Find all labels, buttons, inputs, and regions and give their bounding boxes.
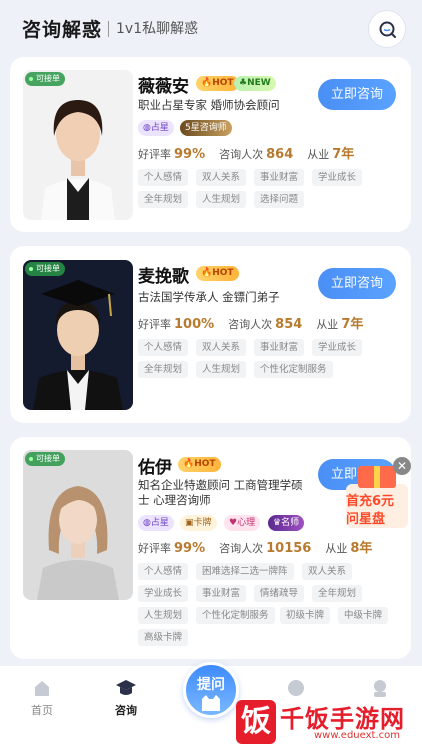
astrology-badge: ◍占星 xyxy=(138,515,174,531)
consultant-desc: 知名企业特邀顾问 工商管理学硕士 心理咨询师 xyxy=(138,478,303,507)
home-icon xyxy=(35,681,49,696)
years-value: 7年 xyxy=(341,317,364,332)
page-title: 咨询解惑 xyxy=(22,19,103,41)
consultant-photo: 可接单 xyxy=(23,450,133,600)
consultant-desc: 古法国学传承人 金镖门弟子 xyxy=(138,290,280,304)
consultant-name: 麦挽歌 xyxy=(138,267,189,287)
tab-consult[interactable]: 咨询 xyxy=(96,678,156,718)
hot-tag: 🔥HOT xyxy=(196,266,239,281)
consultant-photo: 可接单 xyxy=(23,260,133,410)
consultant-photo: 可接单 xyxy=(23,70,133,220)
tag-chip: 个性化定制服务 xyxy=(254,361,333,378)
crown-icon: ♛ xyxy=(273,518,282,528)
consultant-card-1[interactable]: 可接单 薇薇安 🔥HOT ♣NEW 立即咨询 职业占星专家 婚师协会顾问 ◍占星… xyxy=(10,57,411,232)
watermark-url: www.eduext.com xyxy=(314,730,400,741)
tarot-badge: ▣卡牌 xyxy=(180,515,217,531)
available-badge: 可接单 xyxy=(25,452,65,466)
consultant-name: 佑伊 xyxy=(138,458,172,478)
available-badge: 可接单 xyxy=(25,262,65,276)
consult-now-button[interactable]: 立即咨询 xyxy=(318,268,396,299)
cat-mascot-icon xyxy=(202,695,220,711)
tag-chip: 学业成长 xyxy=(312,339,363,356)
tag-chip: 人生规划 xyxy=(196,191,247,208)
site-watermark: 饭 千饭手游网 www.eduext.com xyxy=(236,694,422,750)
tag-chip: 人生规划 xyxy=(138,607,189,624)
tag-chip: 全年规划 xyxy=(312,585,363,602)
ask-question-button[interactable]: 提问 xyxy=(183,662,239,718)
stats-row: 好评率 100% 咨询人次 854 从业 7年 xyxy=(138,317,364,332)
graduation-cap-icon xyxy=(116,680,136,695)
stats-row: 好评率 99% 咨询人次 864 从业 7年 xyxy=(138,147,355,162)
years-value: 7年 xyxy=(332,147,355,162)
search-icon xyxy=(379,21,396,38)
tag-chip: 困难选择二选一牌阵 xyxy=(196,563,294,580)
five-star-badge: 5星咨询师 xyxy=(180,120,232,136)
watermark-text: 千饭手游网 xyxy=(280,705,405,733)
consultant-desc: 职业占星专家 婚师协会顾问 xyxy=(138,98,280,112)
heart-icon: ♥ xyxy=(229,518,238,528)
famous-master-badge: ♛名师 xyxy=(268,515,305,531)
tag-chip: 情绪疏导 xyxy=(254,585,305,602)
promo-line-2: 问星盘 xyxy=(346,512,386,527)
consultant-card-2[interactable]: 可接单 麦挽歌 🔥HOT 立即咨询 古法国学传承人 金镖门弟子 好评率 100% 咨… xyxy=(10,246,411,423)
tag-chip: 全年规划 xyxy=(138,361,189,378)
psychology-badge: ♥心理 xyxy=(224,515,261,531)
title-divider xyxy=(108,21,109,37)
tag-chip: 全年规划 xyxy=(138,191,189,208)
planet-icon: ◍ xyxy=(143,123,151,133)
tag-chip: 学业成长 xyxy=(312,169,363,186)
hot-tag: 🔥HOT xyxy=(196,76,239,91)
card-icon: ▣ xyxy=(185,518,194,528)
clover-icon: ♣ xyxy=(239,78,248,88)
available-badge: 可接单 xyxy=(25,72,65,86)
planet-icon: ◍ xyxy=(143,518,151,528)
tag-chip: 事业财富 xyxy=(254,169,305,186)
tag-chip: 事业财富 xyxy=(254,339,305,356)
consult-now-button[interactable]: 立即咨询 xyxy=(318,79,396,110)
consultant-name: 薇薇安 xyxy=(138,77,189,97)
page-subtitle: 1v1私聊解惑 xyxy=(116,21,199,37)
count-value: 10156 xyxy=(266,541,312,556)
count-value: 864 xyxy=(266,147,294,162)
astrology-badge: ◍占星 xyxy=(138,120,174,136)
promo-line-1: 首充6元 xyxy=(346,494,395,509)
tag-chip: 个人感情 xyxy=(138,339,189,356)
tag-chip: 个人感情 xyxy=(138,563,189,580)
top-header: 咨询解惑 1v1私聊解惑 xyxy=(0,0,422,56)
tag-chip: 双人关系 xyxy=(196,339,247,356)
new-tag: ♣NEW xyxy=(234,76,276,91)
rating-value: 100% xyxy=(174,317,215,332)
tag-chip: 学业成长 xyxy=(138,585,189,602)
tag-chip: 人生规划 xyxy=(196,361,247,378)
tag-chip: 双人关系 xyxy=(196,169,247,186)
tab-home[interactable]: 首页 xyxy=(12,678,72,718)
tag-chip: 事业财富 xyxy=(196,585,247,602)
fire-icon: 🔥 xyxy=(183,459,195,469)
rating-value: 99% xyxy=(174,147,206,162)
count-value: 854 xyxy=(275,317,303,332)
watermark-logo: 饭 xyxy=(236,700,276,744)
tag-chip: 选择问题 xyxy=(254,191,305,208)
tag-chip: 高级卡牌 xyxy=(138,629,189,646)
fire-icon: 🔥 xyxy=(201,268,213,278)
hot-tag: 🔥HOT xyxy=(178,457,221,472)
fire-icon: 🔥 xyxy=(201,78,213,88)
tag-chip: 双人关系 xyxy=(302,563,353,580)
tag-chip: 个性化定制服务 xyxy=(196,607,275,624)
promo-close-button[interactable]: ✕ xyxy=(393,457,411,475)
tag-chip: 中级卡牌 xyxy=(338,607,389,624)
rating-value: 99% xyxy=(174,541,206,556)
search-button[interactable] xyxy=(368,10,406,48)
tag-chip: 初级卡牌 xyxy=(280,607,331,624)
tag-chip: 个人感情 xyxy=(138,169,189,186)
